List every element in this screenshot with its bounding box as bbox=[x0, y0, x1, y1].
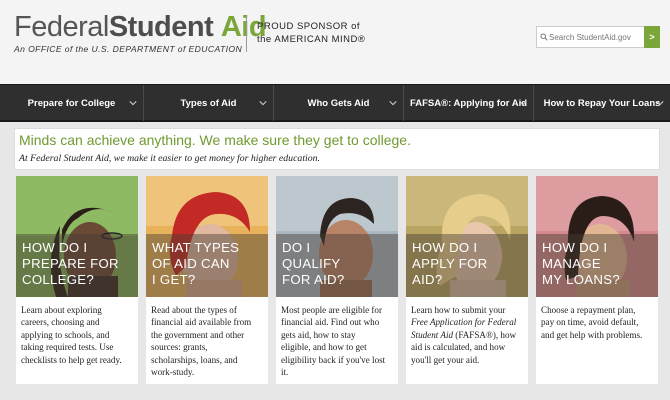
card-description: Most people are eligible for financial a… bbox=[281, 305, 386, 378]
intro-panel: Minds can achieve anything. We make sure… bbox=[14, 128, 660, 170]
card-description: Learn about exploring careers, choosing … bbox=[21, 305, 122, 365]
search-box: > bbox=[536, 26, 660, 48]
nav-item-repay-loans[interactable]: How to Repay Your Loans bbox=[534, 85, 670, 121]
card-description: Read about the types of financial aid av… bbox=[151, 305, 252, 378]
chevron-down-icon bbox=[389, 101, 397, 106]
site-logo[interactable]: FederalStudent Aid An OFFICE of the U.S.… bbox=[14, 11, 267, 54]
logo-word-student: Student bbox=[108, 11, 214, 43]
card-photo: WHAT TYPES OF AID CAN I GET? bbox=[146, 176, 268, 297]
card-photo: DO I QUALIFY FOR AID? bbox=[276, 176, 398, 297]
card-title: HOW DO I APPLY FOR AID? bbox=[412, 240, 488, 287]
main-nav: Prepare for College Types of Aid Who Get… bbox=[0, 84, 670, 122]
search-button[interactable]: > bbox=[644, 26, 660, 48]
nav-item-who-gets-aid[interactable]: Who Gets Aid bbox=[274, 85, 404, 121]
chevron-down-icon bbox=[656, 101, 664, 106]
sponsor-text: PROUD SPONSOR of the AMERICAN MIND® bbox=[257, 20, 365, 46]
nav-item-prepare-for-college[interactable]: Prepare for College bbox=[0, 85, 144, 121]
search-input[interactable] bbox=[539, 27, 644, 47]
logo-word-federal: Federal bbox=[14, 11, 109, 43]
card-who-qualifies[interactable]: DO I QUALIFY FOR AID? Most people are el… bbox=[276, 176, 398, 384]
intro-title: Minds can achieve anything. We make sure… bbox=[19, 132, 411, 148]
card-title: DO I QUALIFY FOR AID? bbox=[282, 240, 345, 287]
card-title: WHAT TYPES OF AID CAN I GET? bbox=[152, 240, 240, 287]
card-photo: HOW DO I PREPARE FOR COLLEGE? bbox=[16, 176, 138, 297]
card-photo: HOW DO I APPLY FOR AID? bbox=[406, 176, 528, 297]
nav-label: How to Repay Your Loans bbox=[543, 97, 661, 109]
card-description: Learn how to submit your Free Applicatio… bbox=[411, 305, 517, 365]
chevron-down-icon bbox=[519, 101, 527, 106]
logo-tagline: An OFFICE of the U.S. DEPARTMENT of EDUC… bbox=[14, 44, 243, 54]
chevron-down-icon bbox=[259, 101, 267, 106]
nav-label: FAFSA®: Applying for Aid bbox=[409, 97, 528, 109]
card-manage-loans[interactable]: HOW DO I MANAGE MY LOANS? Choose a repay… bbox=[536, 176, 658, 384]
card-types-of-aid[interactable]: WHAT TYPES OF AID CAN I GET? Read about … bbox=[146, 176, 268, 384]
card-title: HOW DO I MANAGE MY LOANS? bbox=[542, 240, 620, 287]
card-prepare-for-college[interactable]: HOW DO I PREPARE FOR COLLEGE? Learn abou… bbox=[16, 176, 138, 384]
card-apply-for-aid[interactable]: HOW DO I APPLY FOR AID? Learn how to sub… bbox=[406, 176, 528, 384]
nav-label: Types of Aid bbox=[180, 97, 237, 109]
sponsor-line-1: PROUD SPONSOR of bbox=[257, 21, 361, 32]
card-title: HOW DO I PREPARE FOR COLLEGE? bbox=[22, 240, 119, 287]
nav-label: Who Gets Aid bbox=[307, 97, 370, 109]
header-divider bbox=[246, 16, 247, 52]
logo-wordmark: FederalStudent Aid bbox=[14, 11, 267, 43]
card-photo: HOW DO I MANAGE MY LOANS? bbox=[536, 176, 658, 297]
card-description: Choose a repayment plan, pay on time, av… bbox=[541, 305, 643, 340]
sponsor-line-2: the AMERICAN MIND® bbox=[257, 34, 366, 45]
nav-item-types-of-aid[interactable]: Types of Aid bbox=[144, 85, 274, 121]
nav-label: Prepare for College bbox=[27, 97, 116, 109]
site-header: FederalStudent Aid An OFFICE of the U.S.… bbox=[0, 0, 670, 84]
chevron-down-icon bbox=[129, 101, 137, 106]
intro-subtitle: At Federal Student Aid, we make it easie… bbox=[19, 153, 321, 164]
nav-item-fafsa[interactable]: FAFSA®: Applying for Aid bbox=[404, 85, 534, 121]
